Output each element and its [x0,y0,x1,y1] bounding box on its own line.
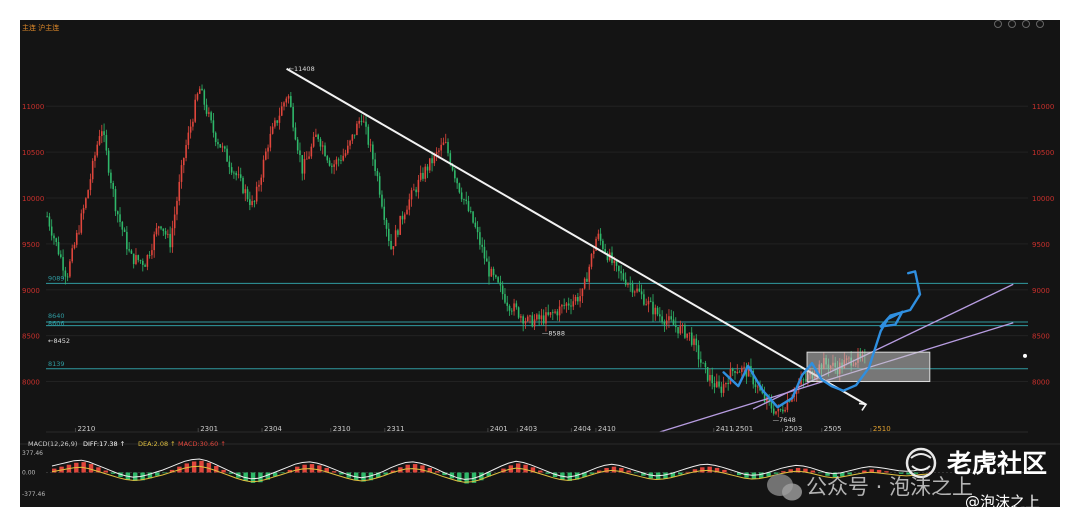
symbol-title: 主连 沪主连 [22,23,59,32]
macd-bar [876,469,882,473]
x-tick-label: 2501 [735,425,753,433]
macd-bar [817,472,823,474]
y-tick-right: 10000 [1032,195,1054,203]
macd-bar [773,472,779,474]
candle [367,124,370,148]
macd-bar [707,466,712,473]
macd-bar [722,469,727,473]
candle [378,172,381,198]
candle [69,259,71,278]
y-tick-left: 9000 [22,287,40,295]
macd-y-tick: -377.46 [22,491,45,498]
macd-bar [884,471,889,473]
candle [292,102,294,132]
x-tick-label: 2304 [264,425,282,433]
macd-bar [633,472,639,474]
y-tick-right: 8500 [1032,333,1050,341]
candle [91,158,94,183]
left-level-label-a: 9089 [48,274,65,282]
x-tick-label: 2301 [200,425,218,433]
macd-bar [626,470,631,473]
candlestick-chart: 主连 沪主连 8000 8000 8500 8500 9000 9000 9500 9500 1… [20,20,1060,507]
x-tick-label: 2210 [77,425,95,433]
candle [517,306,520,320]
macd-label: MACD(12,26,9) [28,440,77,448]
candle [87,189,89,199]
left-level-label-c: 8606 [48,320,65,328]
macd-bar [162,472,167,474]
candle [85,197,87,210]
high-annotation: ←11408 [289,65,315,73]
macd-bar [589,472,595,474]
macd-bar [781,471,786,473]
candle [107,147,110,176]
last-price-marker [1023,353,1027,358]
y-tick-left: 11000 [22,103,44,111]
macd-bar [280,472,285,474]
macd-bar [611,466,617,473]
y-tick-left: 8500 [22,333,40,341]
macd-bar [700,467,705,473]
low-annotation-right: —7648 [773,416,796,424]
chart-background [20,20,1060,507]
x-tick-label: 2310 [333,425,351,433]
y-tick-right: 10500 [1032,149,1054,157]
y-tick-left: 10500 [22,149,44,157]
macd-bar [331,471,337,473]
candle [219,144,222,148]
macd-bar [685,471,690,473]
y-tick-right: 11000 [1032,103,1054,111]
macd-bar [604,467,609,473]
x-tick-label: 2505 [824,425,842,433]
macd-bar [810,470,816,473]
macd-bar [434,471,440,473]
y-tick-left: 8000 [22,379,40,387]
low-annotation-mid: —8588 [542,330,565,338]
macd-bar [538,470,543,473]
macd-y-tick: 0.00 [22,470,36,477]
candle [472,210,474,224]
x-tick-label: 2411 [716,425,734,433]
candle [583,277,586,290]
x-tick-label: 2401 [490,425,508,433]
x-tick-label: 2403 [519,425,537,433]
macd-bar [898,472,904,474]
y-tick-right: 9000 [1032,287,1050,295]
macd-diff: DIFF:17.38 ↑ [83,440,125,448]
macd-bar [678,472,683,475]
candle [399,215,401,236]
x-tick-label: 2510 [873,425,891,433]
macd-bar [928,471,933,473]
macd-bar [103,470,108,473]
macd-bar [457,472,462,482]
candle [706,367,709,383]
macd-bar [913,472,919,474]
macd-bar [420,465,425,473]
macd-bar [906,472,911,475]
chart-frame: 主连 沪主连 8000 8000 8500 8500 9000 9000 9500 9500 1… [20,20,1060,507]
y-tick-right: 9500 [1032,241,1050,249]
left-level-label-d: 8139 [48,360,65,368]
macd-bar [243,472,248,481]
x-tick-label: 2503 [785,425,803,433]
x-tick-label: 2410 [598,425,616,433]
y-tick-left: 10000 [22,195,44,203]
macd-bar [317,465,322,473]
macd-bar [155,472,160,476]
candle [242,176,244,195]
y-tick-left: 9500 [22,241,40,249]
x-tick-label: 2404 [573,425,591,433]
candle [458,182,461,194]
macd-value: MACD:30.60 ↑ [178,440,226,448]
candle [684,323,686,340]
y-tick-right: 8000 [1032,379,1050,387]
macd-bar [88,464,94,473]
left-low-annotation: ←8452 [48,337,70,345]
macd-bar [221,469,226,473]
macd-y-tick: 377.46 [22,450,43,457]
macd-bar [847,472,852,475]
macd-bar [523,464,528,473]
macd-dea: DEA:2.08 ↑ [138,440,176,448]
x-tick-label: 2311 [387,425,405,433]
